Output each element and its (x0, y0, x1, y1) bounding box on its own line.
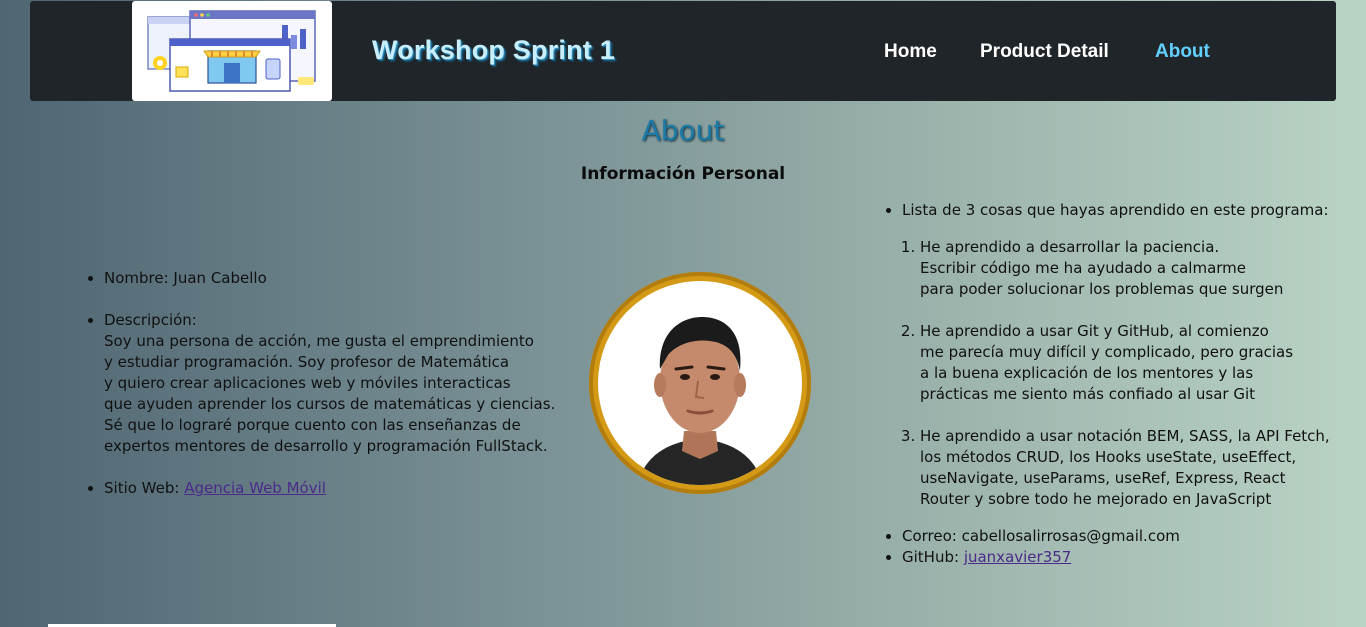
sitio-web-link[interactable]: Agencia Web Móvil (184, 479, 326, 497)
github-label: GitHub: (902, 548, 964, 566)
navbar: Workshop Sprint 1 Home Product Detail Ab… (30, 1, 1336, 101)
profile-photo (598, 281, 802, 485)
github-link[interactable]: juanxavier357 (964, 548, 1072, 566)
brand-title: Workshop Sprint 1 (372, 35, 615, 65)
nav-about[interactable]: About (1155, 41, 1210, 63)
list-item: Correo: cabellosalirrosas@gmail.com (902, 526, 1366, 547)
item-line: a la buena explicación de los mentores y… (920, 364, 1254, 382)
list-item: Nombre: Juan Cabello (104, 268, 584, 289)
list-item: He aprendido a usar notación BEM, SASS, … (920, 426, 1366, 510)
learning-list: Lista de 3 cosas que hayas aprendido en … (856, 200, 1366, 568)
item-line: He aprendido a usar notación BEM, SASS, … (920, 427, 1330, 445)
avatar (589, 272, 811, 494)
item-line: useNavigate, useParams, useRef, Express,… (920, 469, 1286, 487)
item-line: para poder solucionar los problemas que … (920, 280, 1284, 298)
list-item: Sitio Web: Agencia Web Móvil (104, 478, 584, 499)
sitio-web-label: Sitio Web: (104, 479, 185, 497)
person-portrait-icon (638, 317, 762, 485)
item-line: los métodos CRUD, los Hooks useState, us… (920, 448, 1297, 466)
personal-info-list: Nombre: Juan Cabello Descripción: Soy un… (58, 268, 584, 520)
list-item: Descripción: Soy una persona de acción, … (104, 310, 584, 457)
learning-intro: Lista de 3 cosas que hayas aprendido en … (902, 201, 1329, 219)
descripcion-line: Sé que lo lograré porque cuento con las … (104, 416, 521, 434)
descripcion-line: y quiero crear aplicaciones web y móvile… (104, 374, 511, 392)
item-line: He aprendido a desarrollar la paciencia. (920, 238, 1220, 256)
list-item: Lista de 3 cosas que hayas aprendido en … (902, 200, 1366, 510)
nombre-text: Nombre: Juan Cabello (104, 269, 267, 287)
online-store-logo-icon (147, 10, 316, 92)
item-line: Router y sobre todo he mejorado en JavaS… (920, 490, 1272, 508)
nav-product-detail[interactable]: Product Detail (980, 41, 1109, 63)
item-line: He aprendido a usar Git y GitHub, al com… (920, 322, 1269, 340)
list-item: He aprendido a desarrollar la paciencia.… (920, 237, 1366, 300)
section-subtitle: Información Personal (580, 164, 786, 184)
item-line: Escribir código me ha ayudado a calmarme (920, 259, 1247, 277)
page-title: About (641, 114, 725, 147)
descripcion-line: que ayuden aprender los cursos de matemá… (104, 395, 556, 413)
correo-text: Correo: cabellosalirrosas@gmail.com (902, 527, 1180, 545)
descripcion-line: y estudiar programación. Soy profesor de… (104, 353, 510, 371)
logo[interactable] (132, 1, 332, 101)
learned-items-list: He aprendido a desarrollar la paciencia.… (902, 237, 1366, 510)
item-line: me parecía muy difícil y complicado, per… (920, 343, 1294, 361)
descripcion-line: Soy una persona de acción, me gusta el e… (104, 332, 534, 350)
descripcion-label: Descripción: (104, 311, 197, 329)
nav-home[interactable]: Home (884, 41, 937, 63)
item-line: prácticas me siento más confiado al usar… (920, 385, 1256, 403)
descripcion-line: expertos mentores de desarrollo y progra… (104, 437, 548, 455)
list-item: He aprendido a usar Git y GitHub, al com… (920, 321, 1366, 405)
list-item: GitHub: juanxavier357 (902, 547, 1366, 568)
